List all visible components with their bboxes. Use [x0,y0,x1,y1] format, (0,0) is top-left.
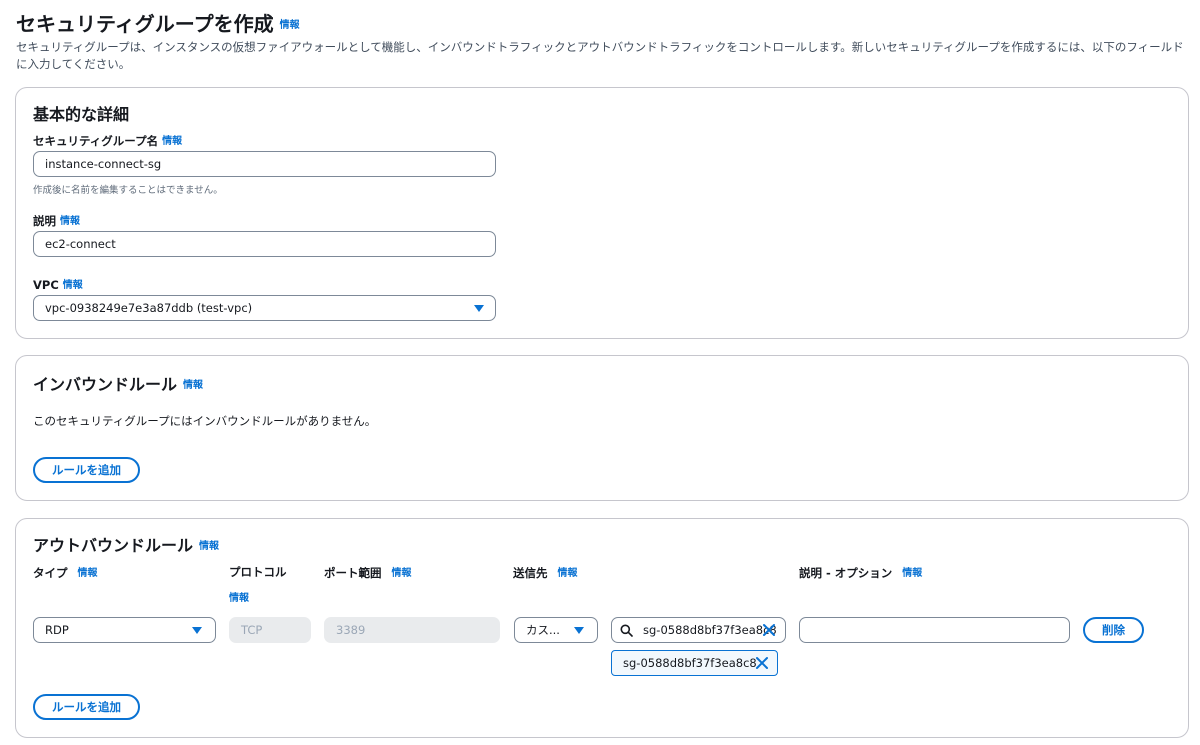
basic-details-card: 基本的な詳細 セキュリティグループ名 情報 instance-connect-sg… [15,87,1189,339]
col-destination-header: 送信先 情報 [513,564,578,581]
page-description: セキュリティグループは、インスタンスの仮想ファイアウォールとして機能し、インバウ… [16,40,1184,71]
vpc-label-text: VPC [33,278,59,292]
description-label-text: 説明 [33,214,56,228]
outbound-info-link[interactable]: 情報 [199,541,219,552]
col-description-info-link[interactable]: 情報 [902,568,922,579]
rule-port-field: 3389 [324,617,500,643]
col-protocol-header: プロトコル [229,565,287,579]
col-destination-text: 送信先 [513,566,548,580]
page-title: セキュリティグループを作成 情報 [16,8,300,37]
rule-destination-select[interactable]: カス... [514,617,598,643]
vpc-caret-down-icon [474,305,484,312]
col-type-info-link[interactable]: 情報 [78,568,98,579]
rule-destination-caret-down-icon [574,627,584,634]
outbound-rules-title: アウトバウンドルール 情報 [33,532,219,556]
rule-type-value: RDP [45,623,69,637]
vpc-select-value: vpc-0938249e7e3a87ddb (test-vpc) [45,301,253,315]
col-description-header: 説明 - オプション 情報 [799,564,922,581]
sg-name-hint: 作成後に名前を編集することはできません。 [33,185,223,196]
inbound-empty-text: このセキュリティグループにはインバウンドルールがありません。 [33,414,377,428]
col-type-text: タイプ [33,566,68,580]
col-type-header: タイプ 情報 [33,564,98,581]
outbound-rules-card: アウトバウンドルール 情報 タイプ 情報 プロトコル 情報 ポート範囲 情報 送信先情… [15,518,1189,738]
page-title-info-link[interactable]: 情報 [280,20,300,31]
rule-type-caret-down-icon [192,627,202,634]
clear-search-close-icon[interactable] [762,623,776,637]
col-description-text: 説明 - オプション [799,566,893,580]
rule-delete-button[interactable]: 削除 [1083,617,1144,643]
sg-name-label-text: セキュリティグループ名 [33,134,159,148]
basic-details-title: 基本的な詳細 [33,105,130,124]
search-icon [620,624,633,637]
col-protocol-info-link[interactable]: 情報 [229,589,249,604]
sg-name-label: セキュリティグループ名 情報 [33,132,182,149]
inbound-rules-card: インバウンドルール 情報 このセキュリティグループにはインバウンドルールがありませ… [15,355,1189,501]
inbound-info-link[interactable]: 情報 [183,380,203,391]
sg-name-input[interactable]: instance-connect-sg [33,151,496,177]
rule-type-select[interactable]: RDP [33,617,216,643]
vpc-label: VPC 情報 [33,276,83,292]
col-port-text: ポート範囲 [324,566,382,580]
rule-destination-search-input[interactable]: sg-0588d8bf37f3ea8c8 [611,617,786,643]
outbound-rules-title-text: アウトバウンドルール [33,536,194,555]
vpc-select[interactable]: vpc-0938249e7e3a87ddb (test-vpc) [33,295,496,321]
remove-token-close-icon[interactable] [755,656,769,670]
inbound-rules-title-text: インバウンドルール [33,375,178,394]
col-destination-info-link[interactable]: 情報 [558,568,578,579]
destination-token: sg-0588d8bf37f3ea8c8 [611,650,778,676]
rule-description-input[interactable] [799,617,1070,643]
sg-name-info-link[interactable]: 情報 [162,136,182,147]
rule-protocol-field: TCP [229,617,311,643]
inbound-rules-title: インバウンドルール 情報 [33,371,203,395]
outbound-add-rule-button[interactable]: ルールを追加 [33,694,140,720]
page-title-text: セキュリティグループを作成 [16,12,274,36]
col-port-info-link[interactable]: 情報 [392,568,412,579]
rule-destination-select-value: カス... [526,623,560,637]
destination-token-label: sg-0588d8bf37f3ea8c8 [623,656,757,670]
description-label: 説明 情報 [33,212,80,229]
rule-destination-search-value: sg-0588d8bf37f3ea8c8 [643,623,777,637]
col-port-header: ポート範囲 情報 [324,564,412,581]
inbound-add-rule-button[interactable]: ルールを追加 [33,457,140,483]
description-input[interactable]: ec2-connect [33,231,496,257]
vpc-info-link[interactable]: 情報 [63,280,83,291]
description-info-link[interactable]: 情報 [60,216,80,227]
